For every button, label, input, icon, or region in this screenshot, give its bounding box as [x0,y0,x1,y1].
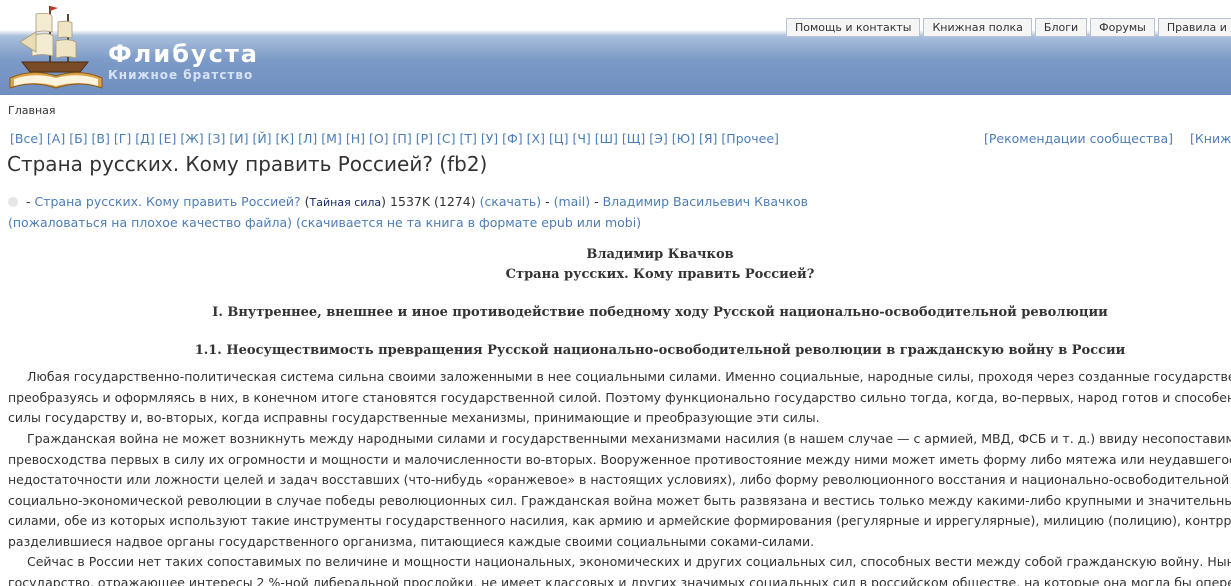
text-book-heading: Страна русских. Кому править Россией? [505,267,815,282]
letter-link[interactable]: [Ц] [549,131,568,146]
text-line: Любая государственно-политическая систем… [27,369,1231,384]
author-link[interactable]: Владимир Васильевич Квачков [603,194,808,209]
letter-link[interactable]: [В] [92,131,110,146]
letter-link[interactable]: [Р] [416,131,433,146]
letter-link[interactable]: [Б] [69,131,87,146]
text-line: разделившиеся надвое органы государствен… [8,533,815,549]
breadcrumb: Главная [8,104,56,117]
genre-open: ( [300,194,310,209]
letter-link[interactable]: [К] [276,131,295,146]
letter-link[interactable]: [Ф] [502,131,523,146]
separator: - [590,194,603,209]
letter-link[interactable]: [И] [229,131,248,146]
site-slogan: Книжное братство [108,68,254,82]
primary-links: Помощь и контакты Книжная полка Блоги Фо… [786,18,1231,37]
tab-bookshelf[interactable]: Книжная полка [923,18,1032,37]
genre-link[interactable]: Тайная сила [310,196,382,209]
text-line: недостаточности или ложности целей и зад… [8,472,1231,487]
letter-link[interactable]: [Г] [114,131,131,146]
file-size: 1537K (1274) [386,194,480,209]
paragraph-3: Сейчас в России нет таких сопоставимых п… [8,552,1231,586]
letter-link[interactable]: [Ж] [180,131,203,146]
paragraph-1: Любая государственно-политическая систем… [8,367,1231,429]
letter-link[interactable]: [Щ] [622,131,645,146]
letter-link[interactable]: [Ч] [572,131,590,146]
letter-link[interactable]: [Прочее] [721,131,779,146]
letter-link[interactable]: [Ш] [595,131,618,146]
letter-link[interactable]: [Ю] [672,131,695,146]
text-line: силы государству и, во-вторых, когда исп… [8,410,820,425]
text-line: силами, обе из которых используют такие … [8,513,1231,528]
text-author-heading: Владимир Квачков [586,247,734,262]
complain-quality-link[interactable]: (пожаловаться на плохое качество файла) [8,215,292,230]
letter-link[interactable]: [У] [481,131,498,146]
book-link[interactable]: [Книжный [1190,131,1231,146]
text-line: преобразуясь и оформляясь в них, в конеч… [8,389,1231,405]
text-line: Гражданская война не может возникнуть ме… [27,431,1231,446]
letter-link[interactable]: [Н] [346,131,365,146]
letter-link[interactable]: [Х] [527,131,545,146]
text-line: социально-экономической революции в случ… [8,492,1231,508]
letter-link[interactable]: [Й] [252,131,271,146]
letter-link[interactable]: [А] [47,131,65,146]
right-links: [Рекомендации сообщества] [Книжный [984,131,1231,146]
alphabet-nav: [Все] [А] [Б] [В] [Г] [Д] [Е] [Ж] [З] [И… [10,131,779,146]
text-line: превосходства первых в силу их огромност… [8,451,1231,467]
tab-blogs[interactable]: Блоги [1034,18,1088,37]
bullet-icon [8,197,18,207]
breadcrumb-home[interactable]: Главная [8,104,56,117]
text-line: государство, отражающее интересы 2 %-ной… [8,574,1231,586]
letter-link[interactable]: [П] [393,131,412,146]
tab-rules-faq[interactable]: Правила и ЧаВо [1157,18,1231,37]
separator: - [541,194,554,209]
tab-forums[interactable]: Форумы [1090,18,1155,37]
recommendations-link[interactable]: [Рекомендации сообщества] [984,131,1173,146]
letter-link[interactable]: [Э] [649,131,667,146]
letter-link[interactable]: [Л] [298,131,317,146]
complain-line: (пожаловаться на плохое качество файла) … [8,215,641,230]
letter-link[interactable]: [З] [208,131,226,146]
download-link[interactable]: (скачать) [480,194,542,209]
letter-link[interactable]: [Все] [10,131,43,146]
site-header: Флибуста Книжное братство Помощь и конта… [0,0,1231,95]
letter-link[interactable]: [Д] [135,131,155,146]
mail-link[interactable]: (mail) [554,194,591,209]
book-info-line: - Страна русских. Кому править Россией? … [8,194,808,209]
letter-link[interactable]: [О] [369,131,389,146]
letter-link[interactable]: [Т] [459,131,476,146]
book-title-link[interactable]: Страна русских. Кому править Россией? [34,194,300,209]
site-name[interactable]: Флибуста [108,40,259,68]
text-line: Сейчас в России нет таких сопоставимых п… [27,554,1231,569]
section-heading: I. Внутреннее, внешнее и иное противодей… [212,305,1108,320]
ship-logo-icon[interactable] [6,2,106,94]
page-title: Страна русских. Кому править Россией? (f… [7,152,488,176]
book-prefix: - [22,194,35,209]
letter-link[interactable]: [С] [437,131,455,146]
paragraph-2: Гражданская война не может возникнуть ме… [8,429,1231,552]
letter-link[interactable]: [Я] [699,131,717,146]
subsection-heading: 1.1. Неосуществимость превращения Русско… [194,343,1126,358]
letter-link[interactable]: [М] [321,131,342,146]
tab-help-contacts[interactable]: Помощь и контакты [786,18,921,37]
wrong-format-link[interactable]: (скачивается не та книга в формате epub … [296,215,641,230]
letter-link[interactable]: [Е] [159,131,177,146]
